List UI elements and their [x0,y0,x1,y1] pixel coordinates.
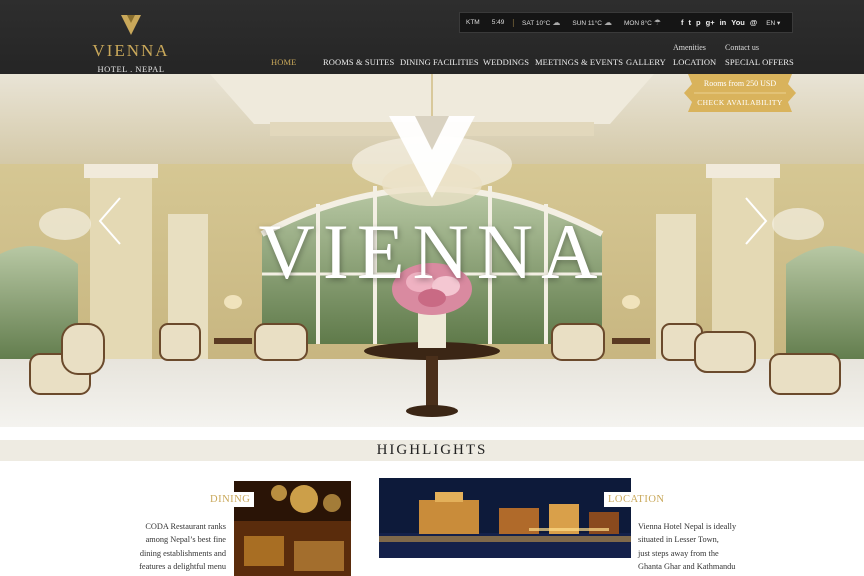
social-links: f t p g+ in You @ [681,18,757,27]
vienna-mark-icon [389,116,475,198]
dining-label[interactable]: DINING [206,492,255,507]
forecast-day-2: SUN 11°C ☁ [572,18,612,27]
info-bar: KTM 5:49 | SAT 10°C ☁ SUN 11°C ☁ MON 8°C ☂ … [459,12,793,33]
nav-link-amenities[interactable]: Amenities [673,43,706,52]
offer-price: Rooms from 250 USD [703,79,777,88]
nav-item-offers[interactable]: SPECIAL OFFERS [725,57,794,67]
instagram-icon[interactable]: in [720,18,727,27]
location-description: Vienna Hotel Nepal is ideally situated i… [638,522,737,572]
local-time: 5:49 [491,19,505,26]
chevron-left-icon[interactable] [96,196,126,246]
forecast-day-3: MON 8°C ☂ [623,18,662,27]
cloud-icon: ☁ [552,18,561,27]
nav-item-weddings[interactable]: WEDDINGS [483,57,529,67]
hero-title: VIENNA [258,208,606,295]
offer-badge[interactable]: Rooms from 250 USD CHECK AVAILABILITY [684,74,796,112]
cloud-icon: ☁ [603,18,612,27]
pinterest-icon[interactable]: p [696,18,701,27]
site-header: VIENNA HOTEL . NEPAL KTM 5:49 | SAT 10°C… [0,0,864,74]
chevron-right-icon[interactable] [740,196,770,246]
rain-icon: ☂ [653,18,662,27]
highlights-title: HIGHLIGHTS [376,442,488,458]
forecast-day-1: SAT 10°C ☁ [522,18,561,27]
twitter-icon[interactable]: t [689,18,692,27]
logo-subtitle: HOTEL . NEPAL [97,64,165,74]
logo[interactable]: VIENNA HOTEL . NEPAL [88,14,174,74]
google-plus-icon[interactable]: g+ [706,18,715,27]
location-label[interactable]: LOCATION [604,492,669,507]
check-availability-button[interactable]: CHECK AVAILABILITY [684,98,796,107]
nav-item-meetings[interactable]: MEETINGS & EVENTS [535,57,623,67]
nav-link-contact[interactable]: Contact us [725,43,759,52]
facebook-icon[interactable]: f [681,18,684,27]
nav-item-home[interactable]: HOME [271,57,296,67]
email-icon[interactable]: @ [750,18,757,27]
nav-item-location[interactable]: LOCATION [673,57,716,67]
dining-description: CODA Restaurant ranks among Nepal’s best… [139,522,226,572]
youtube-icon[interactable]: You [731,18,745,27]
city-label: KTM [466,19,480,26]
nav-item-dining[interactable]: DINING FACILITIES [400,57,479,67]
logo-name: VIENNA [92,41,170,60]
logo-mark-icon [121,15,141,35]
divider: | [512,18,514,27]
nav-item-rooms[interactable]: ROOMS & SUITES [323,57,394,67]
location-image[interactable] [379,478,631,558]
hero-banner: VIENNA Rooms from 250 USD CHECK AVAILABI… [0,74,864,427]
nav-item-gallery[interactable]: GALLERY [626,57,666,67]
language-selector[interactable]: EN ▾ [766,19,780,27]
